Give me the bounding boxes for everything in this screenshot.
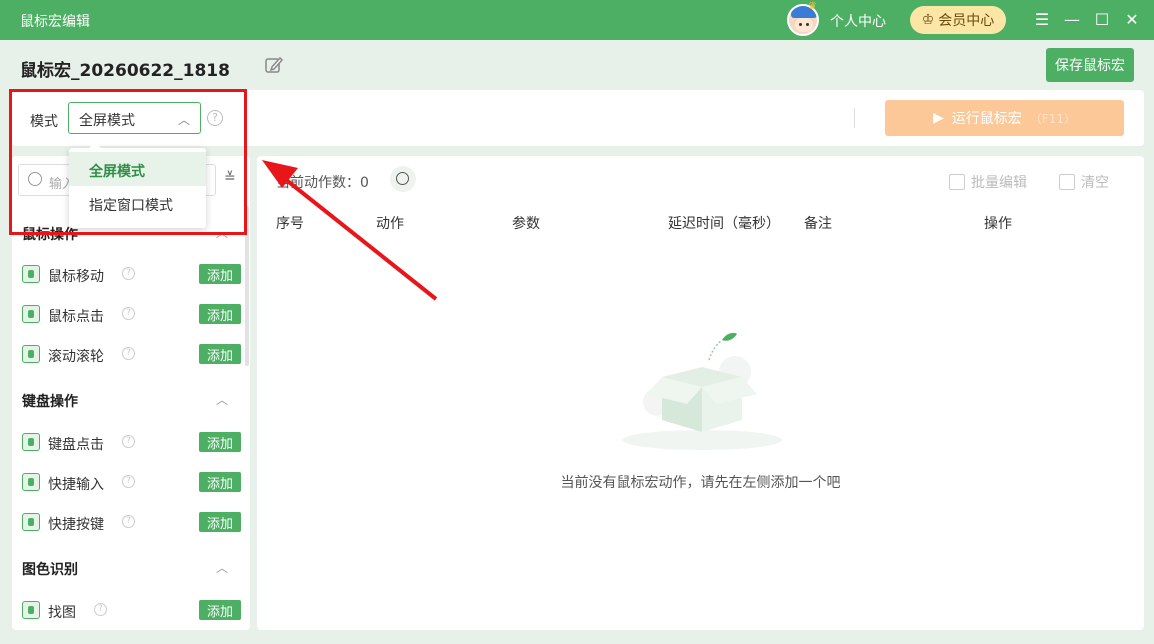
run-macro-button[interactable]: ▶ 运行鼠标宏 （F11） xyxy=(885,100,1124,136)
column-header: 延迟时间（毫秒） xyxy=(668,216,780,232)
search-icon[interactable] xyxy=(390,166,416,192)
scroll-wheel-icon xyxy=(22,345,40,363)
sidebar-item-hotkey: 快捷按键 ? 添加 xyxy=(22,510,242,534)
run-hotkey: （F11） xyxy=(1029,111,1076,126)
item-label: 鼠标点击 xyxy=(48,309,104,325)
empty-box-illustration xyxy=(622,332,782,450)
hotkey-icon xyxy=(22,513,40,531)
add-button[interactable]: 添加 xyxy=(199,264,241,284)
sidebar-item-mouse-click: 鼠标点击 ? 添加 xyxy=(22,302,242,326)
save-macro-button[interactable]: 保存鼠标宏 xyxy=(1046,48,1134,82)
vip-center-label: 会员中心 xyxy=(938,13,995,29)
add-button[interactable]: 添加 xyxy=(199,344,241,364)
add-button[interactable]: 添加 xyxy=(199,472,241,492)
macro-name: 鼠标宏_20260622_1818 xyxy=(20,61,230,81)
title-bar: 鼠标宏编辑 ♛ 个人中心 ♔ 会员中心 ☰ — ☐ ✕ xyxy=(0,0,1154,40)
mouse-click-icon xyxy=(22,305,40,323)
mouse-move-icon xyxy=(22,265,40,283)
run-macro-label: 运行鼠标宏 xyxy=(951,111,1022,127)
item-label: 键盘点击 xyxy=(48,437,104,453)
column-header: 备注 xyxy=(804,216,832,232)
section-title-image-color: 图色识别 xyxy=(22,562,78,578)
divider xyxy=(854,108,855,128)
edit-icon[interactable] xyxy=(264,55,284,75)
help-icon[interactable]: ? xyxy=(122,307,135,320)
help-icon[interactable]: ? xyxy=(122,475,135,488)
column-header: 序号 xyxy=(276,216,304,232)
item-label: 快捷按键 xyxy=(48,517,104,533)
sidebar-item-scroll-wheel: 滚动滚轮 ? 添加 xyxy=(22,342,242,366)
item-label: 快捷输入 xyxy=(48,477,104,493)
sidebar-item-mouse-move: 鼠标移动 ? 添加 xyxy=(22,262,242,286)
quick-input-icon xyxy=(22,473,40,491)
keyboard-icon xyxy=(22,433,40,451)
batch-edit-label: 批量编辑 xyxy=(971,175,1027,191)
chevron-up-icon[interactable]: ︿ xyxy=(216,559,228,576)
crown-icon: ♔ xyxy=(921,12,935,28)
annotation-highlight xyxy=(9,89,247,235)
item-label: 找图 xyxy=(48,605,76,621)
crown-icon: ♛ xyxy=(808,1,817,12)
item-label: 滚动滚轮 xyxy=(48,349,104,365)
column-header: 参数 xyxy=(512,216,540,232)
sidebar-item-key-click: 键盘点击 ? 添加 xyxy=(22,430,242,454)
add-button[interactable]: 添加 xyxy=(199,304,241,324)
sidebar-item-find-image: 找图 ? 添加 xyxy=(22,598,242,622)
action-count: 当前动作数：0 xyxy=(276,175,369,191)
macro-name-row: 鼠标宏_20260622_1818 保存鼠标宏 xyxy=(0,40,1154,90)
edit-icon xyxy=(949,174,965,190)
trash-icon xyxy=(1059,174,1075,190)
image-icon xyxy=(22,601,40,619)
help-icon[interactable]: ? xyxy=(122,435,135,448)
add-button[interactable]: 添加 xyxy=(199,512,241,532)
maximize-icon[interactable]: ☐ xyxy=(1092,10,1112,30)
item-label: 鼠标移动 xyxy=(48,269,104,285)
empty-state-text: 当前没有鼠标宏动作，请先在左侧添加一个吧 xyxy=(560,475,841,491)
help-icon[interactable]: ? xyxy=(122,347,135,360)
help-icon[interactable]: ? xyxy=(122,267,135,280)
sidebar-item-quick-input: 快捷输入 ? 添加 xyxy=(22,470,242,494)
add-button[interactable]: 添加 xyxy=(199,600,241,620)
action-list-panel: 当前动作数：0 批量编辑 清空 序号 动作 参数 延迟时间（毫秒） 备注 操作 … xyxy=(257,156,1144,630)
column-header: 操作 xyxy=(984,216,1012,232)
menu-icon[interactable]: ☰ xyxy=(1032,10,1052,30)
help-icon[interactable]: ? xyxy=(122,515,135,528)
close-icon[interactable]: ✕ xyxy=(1122,10,1142,30)
column-header: 动作 xyxy=(376,216,404,232)
app-title: 鼠标宏编辑 xyxy=(20,14,90,30)
help-icon[interactable]: ? xyxy=(94,603,107,616)
clear-button[interactable]: 清空 xyxy=(1059,172,1109,192)
batch-edit-button[interactable]: 批量编辑 xyxy=(949,172,1027,192)
vip-center-button[interactable]: ♔ 会员中心 xyxy=(910,6,1006,34)
personal-center-link[interactable]: 个人中心 xyxy=(830,11,886,31)
minimize-icon[interactable]: — xyxy=(1062,10,1082,30)
chevron-up-icon[interactable]: ︿ xyxy=(216,391,228,408)
clear-label: 清空 xyxy=(1081,175,1109,191)
play-icon: ▶ xyxy=(933,110,944,126)
section-title-keyboard: 键盘操作 xyxy=(22,394,78,410)
add-button[interactable]: 添加 xyxy=(199,432,241,452)
